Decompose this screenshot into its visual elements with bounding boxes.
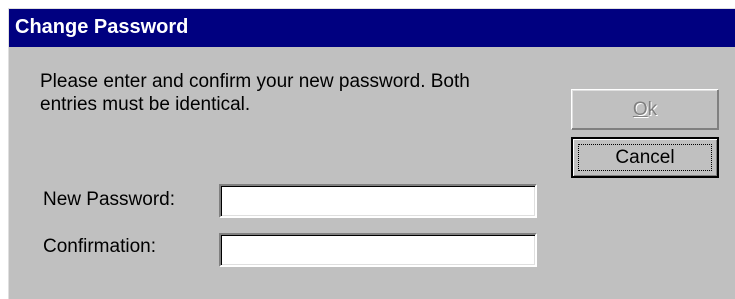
new-password-input[interactable]: [219, 184, 537, 218]
ok-label-rest: k: [647, 98, 658, 120]
cancel-button-label: Cancel: [615, 146, 675, 168]
cancel-button[interactable]: Cancel: [571, 137, 719, 178]
instruction-message: Please enter and confirm your new passwo…: [40, 71, 470, 115]
ok-button-label: Ok: [633, 99, 657, 121]
confirmation-input[interactable]: [219, 233, 537, 267]
title-bar[interactable]: Change Password: [9, 9, 735, 47]
new-password-label: New Password:: [43, 189, 175, 210]
confirmation-label: Confirmation:: [43, 236, 156, 257]
change-password-dialog: Change Password Please enter and confirm…: [8, 8, 735, 299]
dialog-title: Change Password: [15, 16, 189, 38]
ok-mnemonic: O: [632, 98, 648, 120]
ok-button[interactable]: Ok: [571, 89, 719, 130]
